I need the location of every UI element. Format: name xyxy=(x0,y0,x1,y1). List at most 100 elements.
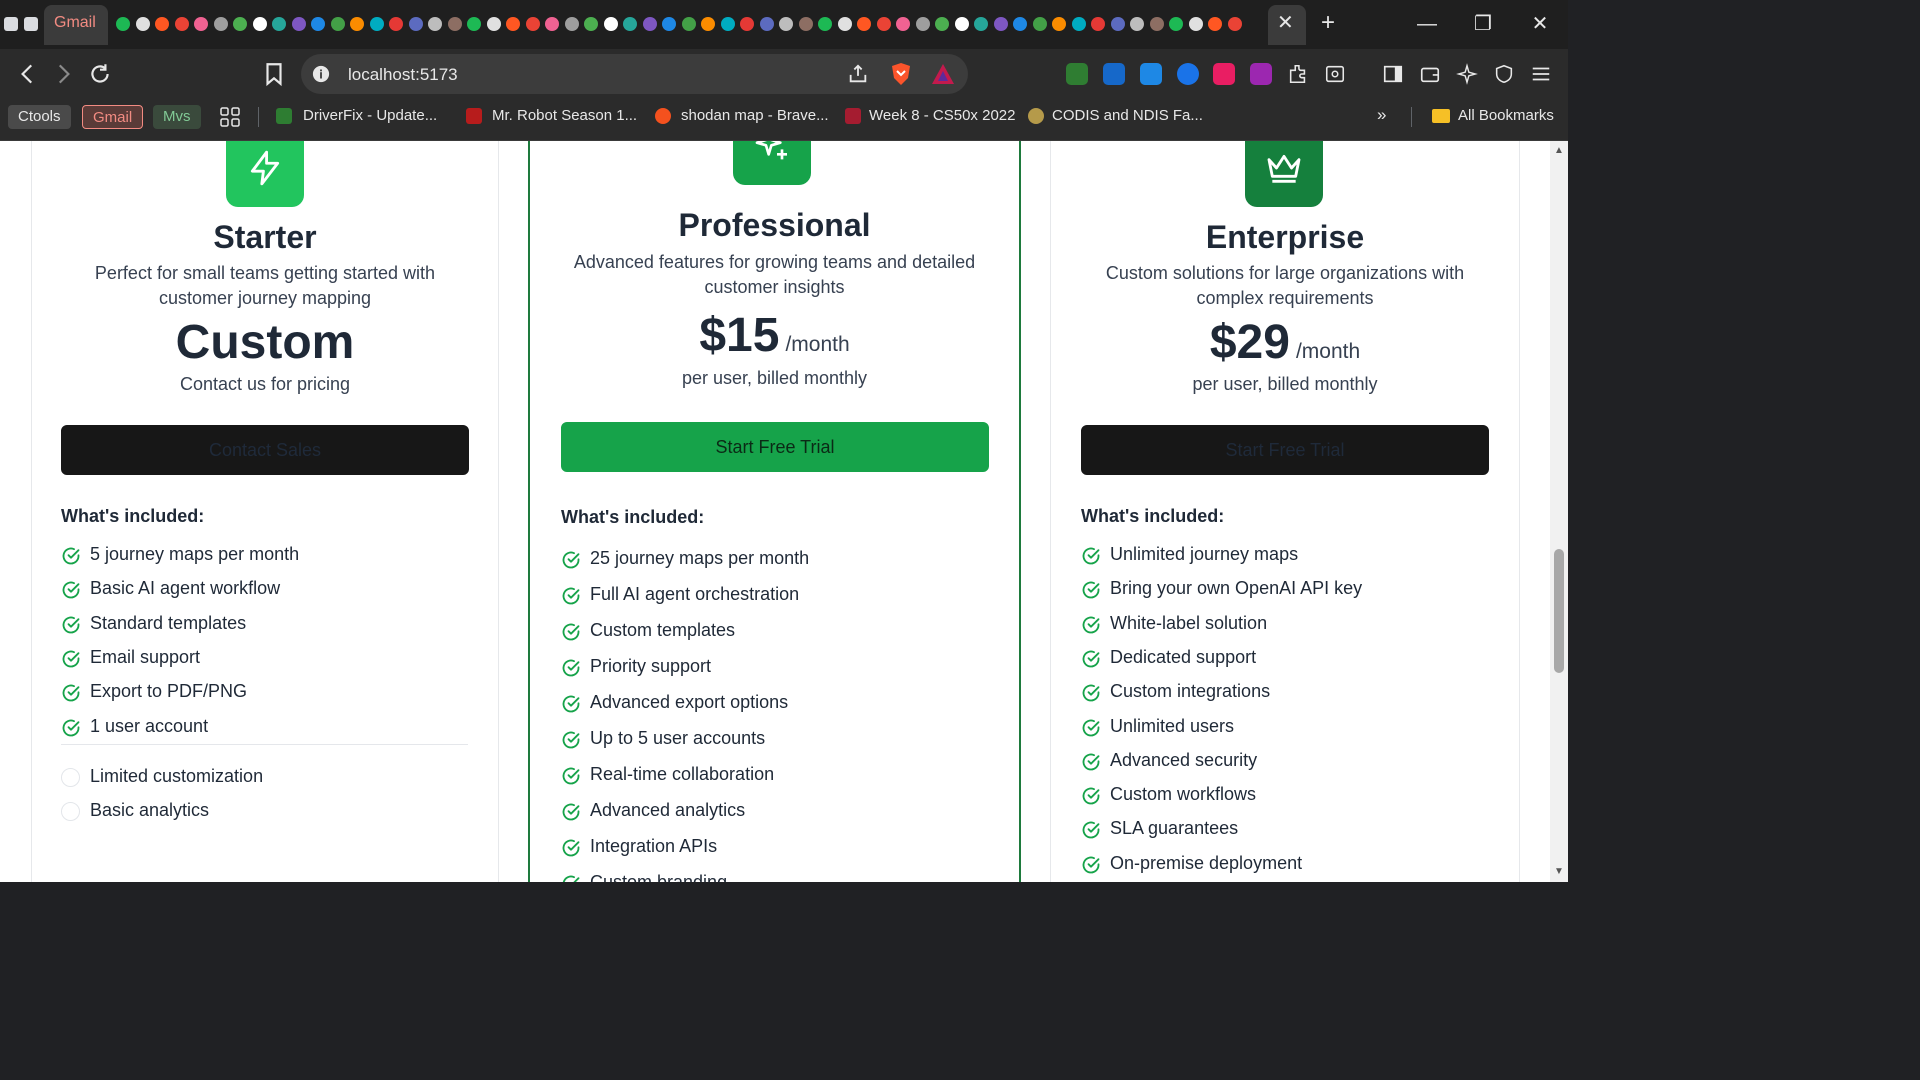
scroll-down-icon[interactable]: ▼ xyxy=(1554,867,1564,877)
tab-favicon[interactable] xyxy=(1071,17,1086,31)
tab-favicon[interactable] xyxy=(759,17,774,31)
contact-sales-button[interactable]: Contact Sales xyxy=(61,425,469,475)
tab-favicon[interactable] xyxy=(350,17,364,31)
tab-favicon[interactable] xyxy=(1091,17,1105,31)
tab-favicon[interactable] xyxy=(408,17,423,31)
tab-favicon[interactable] xyxy=(1130,17,1144,31)
bookmark-mvs[interactable]: Mvs xyxy=(153,105,201,129)
tab-favicon[interactable] xyxy=(4,17,18,31)
bookmark-mr-robot[interactable]: Mr. Robot Season 1... xyxy=(492,107,637,124)
share-icon[interactable] xyxy=(847,63,869,85)
tab-favicon[interactable] xyxy=(1169,17,1183,31)
tab-favicon[interactable] xyxy=(1227,17,1242,31)
grid-extension-icon[interactable] xyxy=(1213,63,1235,85)
bookmark-cs50[interactable]: Week 8 - CS50x 2022 xyxy=(869,107,1015,124)
reload-icon[interactable] xyxy=(87,61,113,87)
tab-favicon[interactable] xyxy=(1013,17,1027,31)
tab-favicon[interactable] xyxy=(486,17,501,31)
tab-favicon[interactable] xyxy=(213,17,228,31)
tab-favicon[interactable] xyxy=(1052,17,1066,31)
tab-favicon[interactable] xyxy=(525,17,540,31)
tab-favicon[interactable] xyxy=(818,17,832,31)
tab-favicon[interactable] xyxy=(467,17,481,31)
tab-favicon[interactable] xyxy=(896,17,910,31)
tab-favicon[interactable] xyxy=(662,17,676,31)
tab-favicon[interactable] xyxy=(915,17,930,31)
tab-favicon[interactable] xyxy=(155,17,169,31)
tab-favicon[interactable] xyxy=(954,17,969,31)
scroll-thumb[interactable] xyxy=(1554,549,1564,673)
tab-favicon[interactable] xyxy=(974,17,988,31)
more-bookmarks-icon[interactable]: » xyxy=(1377,105,1386,125)
page-scrollbar[interactable]: ▲ ▼ xyxy=(1550,141,1568,882)
tab-favicon[interactable] xyxy=(135,17,150,31)
tab-favicon[interactable] xyxy=(291,17,306,31)
bookmark-ctools[interactable]: Ctools xyxy=(8,105,71,129)
tab-favicon[interactable] xyxy=(330,17,345,31)
search-page-icon[interactable] xyxy=(1324,63,1346,85)
brave-shields-icon[interactable] xyxy=(890,62,912,86)
bookmark-all[interactable]: All Bookmarks xyxy=(1458,107,1554,124)
tab-favicon[interactable] xyxy=(993,17,1008,31)
tab-favicon[interactable] xyxy=(252,17,267,31)
back-icon[interactable] xyxy=(15,61,41,87)
tab-favicon[interactable] xyxy=(272,17,286,31)
forward-icon[interactable] xyxy=(50,61,76,87)
tab-favicon[interactable] xyxy=(1149,17,1164,31)
close-window-button[interactable]: ✕ xyxy=(1528,12,1552,36)
tab-favicon[interactable] xyxy=(837,17,852,31)
tab-favicon[interactable] xyxy=(798,17,813,31)
tab-favicon[interactable] xyxy=(174,17,189,31)
restore-button[interactable]: ❐ xyxy=(1471,12,1495,36)
tab-favicon[interactable] xyxy=(701,17,715,31)
brave-rewards-icon[interactable] xyxy=(931,63,955,85)
bookmark-gmail[interactable]: Gmail xyxy=(82,105,144,129)
tab-favicon[interactable] xyxy=(1188,17,1203,31)
tab-favicon[interactable] xyxy=(564,17,579,31)
tab-favicon[interactable] xyxy=(681,17,696,31)
minimize-button[interactable]: — xyxy=(1415,12,1439,36)
tab-favicon[interactable] xyxy=(506,17,520,31)
tab-favicon[interactable] xyxy=(428,17,442,31)
new-tab-button[interactable]: + xyxy=(1321,11,1335,35)
wallet-icon[interactable] xyxy=(1419,63,1441,85)
address-bar[interactable]: localhost:5173 xyxy=(301,54,968,94)
vpn-icon[interactable] xyxy=(1493,63,1515,85)
bookmark-shodan-map[interactable]: shodan map - Brave... xyxy=(681,107,829,124)
rewind-extension-icon[interactable] xyxy=(1140,63,1162,85)
tab-favicon[interactable] xyxy=(857,17,871,31)
apps-grid-icon[interactable] xyxy=(220,107,240,127)
tab-favicon[interactable] xyxy=(447,17,462,31)
start-free-trial-button[interactable]: Start Free Trial xyxy=(1081,425,1489,475)
tab-favicon[interactable] xyxy=(642,17,657,31)
start-free-trial-button[interactable]: Start Free Trial xyxy=(561,422,989,472)
tab-favicon[interactable] xyxy=(1208,17,1222,31)
tab-favicon[interactable] xyxy=(603,17,618,31)
bookmark-codis[interactable]: CODIS and NDIS Fa... xyxy=(1052,107,1203,124)
bookmark-driverfix[interactable]: DriverFix - Update... xyxy=(303,107,437,124)
dp-extension-icon[interactable] xyxy=(1103,63,1125,85)
sidebar-icon[interactable] xyxy=(1382,63,1404,85)
tab-favicon[interactable] xyxy=(876,17,891,31)
tab-favicon[interactable] xyxy=(720,17,735,31)
extensions-icon[interactable] xyxy=(1287,63,1309,85)
leo-ai-icon[interactable] xyxy=(1456,63,1478,85)
tab-favicon[interactable] xyxy=(1032,17,1047,31)
tab-favicon[interactable] xyxy=(740,17,754,31)
tab-favicon[interactable] xyxy=(389,17,403,31)
tab-favicon[interactable] xyxy=(194,17,208,31)
tab-favicon[interactable] xyxy=(116,17,130,31)
ublock-icon[interactable] xyxy=(1250,63,1272,85)
tab-favicon[interactable] xyxy=(545,17,559,31)
chart-extension-icon[interactable] xyxy=(1066,63,1088,85)
tab-favicon[interactable] xyxy=(233,17,247,31)
close-tab-icon[interactable]: ✕ xyxy=(1277,13,1294,33)
bookmark-icon[interactable] xyxy=(261,61,287,87)
tab-favicon[interactable] xyxy=(24,17,38,31)
tab-favicon[interactable] xyxy=(779,17,793,31)
menu-icon[interactable] xyxy=(1530,63,1552,85)
tab-favicon[interactable] xyxy=(623,17,637,31)
c-extension-icon[interactable] xyxy=(1177,63,1199,85)
tab-favicon[interactable] xyxy=(584,17,598,31)
site-info-icon[interactable] xyxy=(312,65,330,83)
